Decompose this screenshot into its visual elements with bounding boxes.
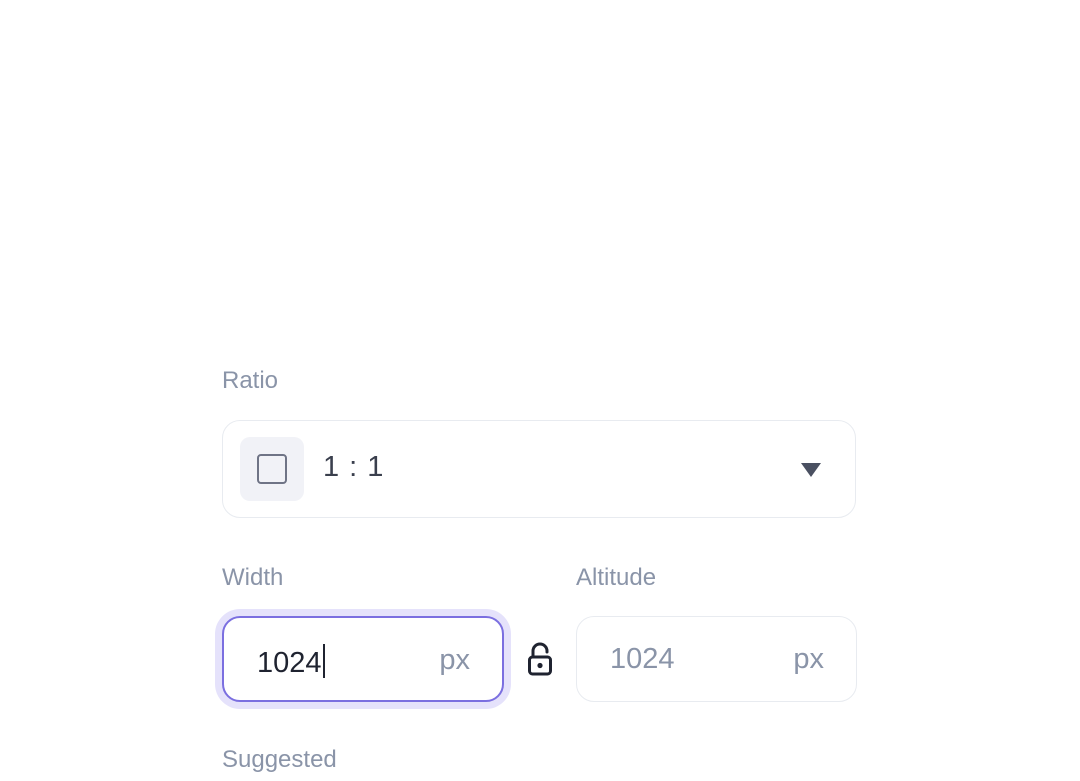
text-cursor (322, 644, 325, 678)
width-input[interactable]: 1024 px (222, 616, 504, 702)
ratio-selected-value: 1 : 1 (323, 451, 385, 483)
lock-toggle-button[interactable] (525, 640, 555, 680)
ratio-icon-box (240, 437, 304, 501)
width-value: 1024 (257, 647, 322, 679)
altitude-value: 1024 (610, 643, 675, 675)
suggested-label: Suggested (222, 746, 337, 773)
altitude-label: Altitude (576, 564, 657, 591)
ratio-label: Ratio (222, 367, 279, 394)
width-unit: px (439, 644, 470, 676)
altitude-unit: px (793, 643, 824, 675)
square-ratio-icon (257, 454, 287, 484)
width-label: Width (222, 564, 284, 591)
unlocked-padlock-icon (528, 642, 552, 676)
ratio-select[interactable]: 1 : 1 (222, 420, 856, 518)
altitude-input[interactable]: 1024 px (576, 616, 857, 702)
chevron-down-icon[interactable] (801, 463, 821, 477)
